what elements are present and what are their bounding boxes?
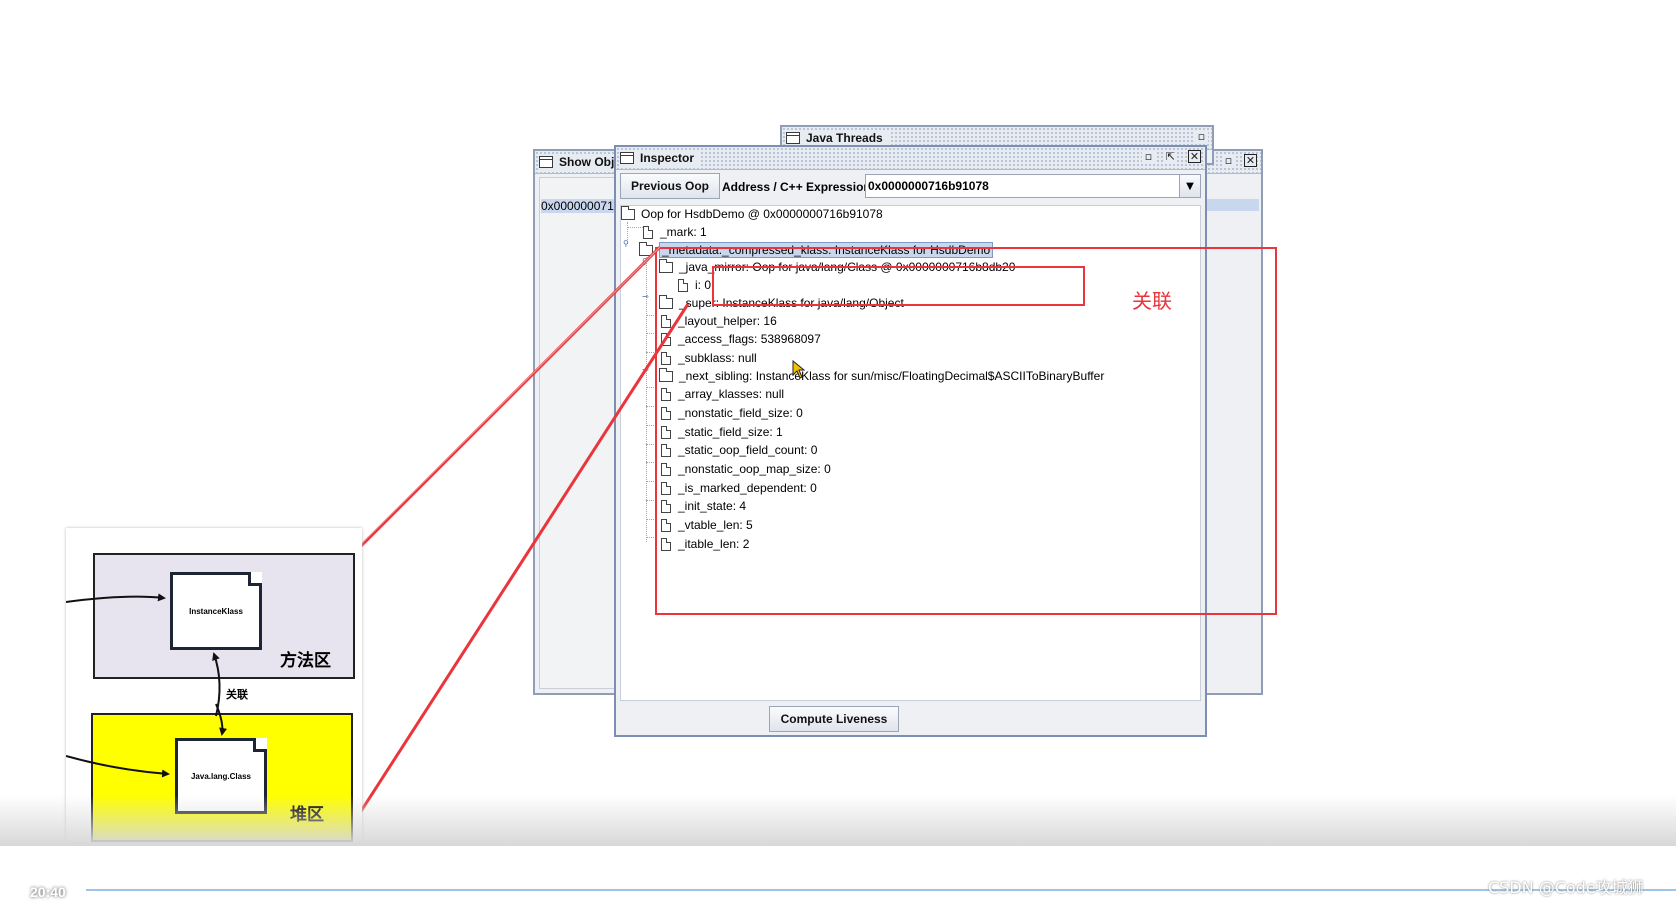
thin-arrow-guide bbox=[339, 246, 661, 566]
arrow-to-java-class bbox=[343, 303, 690, 838]
video-progress-track[interactable] bbox=[86, 889, 1676, 891]
method-area-label: 方法区 bbox=[280, 651, 331, 671]
link-label: 关联 bbox=[226, 688, 248, 701]
watermark: CSDN @Code攻城狮 bbox=[1488, 878, 1644, 897]
video-time: 20:40 bbox=[30, 884, 66, 900]
video-player-bar bbox=[0, 795, 1676, 846]
